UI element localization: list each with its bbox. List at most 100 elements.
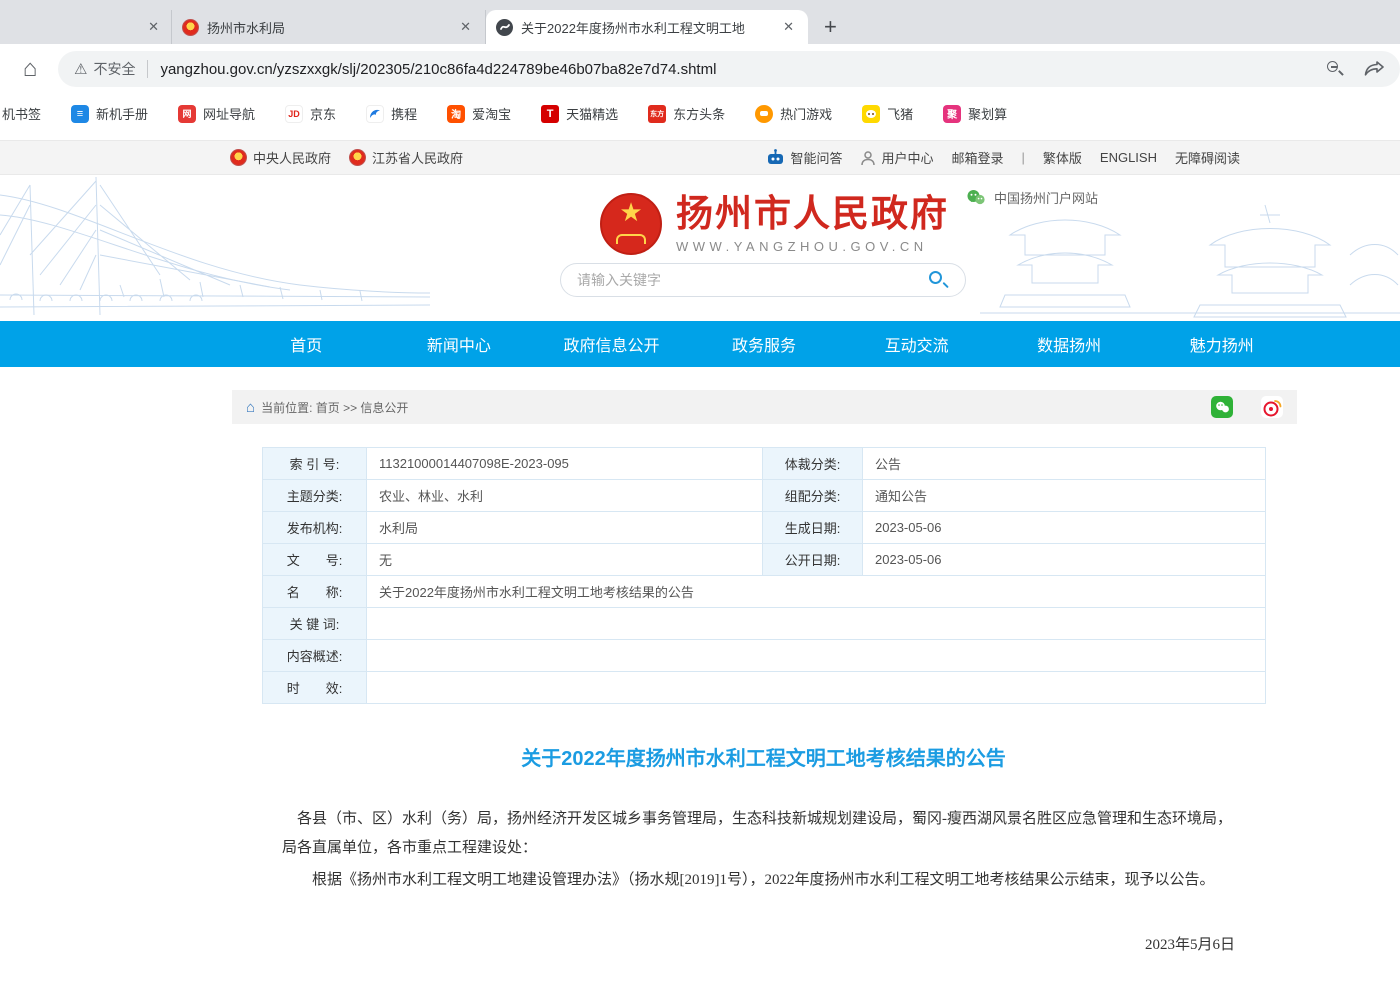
bookmark-item[interactable]: 机书签 <box>2 104 41 123</box>
site-header: ★ 扬州市人民政府 WWW.YANGZHOU.GOV.CN 中国扬州门户网站 <box>0 175 1400 321</box>
bookmark-label: 新机手册 <box>96 104 148 123</box>
divider: | <box>1022 150 1025 165</box>
bookmark-item[interactable]: 携程 <box>366 104 417 123</box>
search-input[interactable] <box>577 272 927 288</box>
link-jiangsu-gov[interactable]: 江苏省人民政府 <box>349 148 463 167</box>
close-icon[interactable]: ✕ <box>779 17 798 37</box>
link-central-gov[interactable]: 中央人民政府 <box>230 148 331 167</box>
share-weibo-icon[interactable] <box>1261 396 1283 418</box>
meta-value <box>367 608 1266 640</box>
meta-label: 名 称: <box>263 576 367 608</box>
user-icon <box>860 150 876 166</box>
link-accessibility[interactable]: 无障碍阅读 <box>1175 148 1240 167</box>
breadcrumb-home-icon[interactable]: ⌂ <box>246 399 255 416</box>
link-user-center[interactable]: 用户中心 <box>860 148 933 167</box>
bookmark-label: 网址导航 <box>203 104 255 123</box>
taobao-icon: 淘 <box>447 105 465 123</box>
link-english[interactable]: ENGLISH <box>1100 150 1157 165</box>
omnibox-divider <box>147 60 148 78</box>
nav-site-icon: 网 <box>178 105 196 123</box>
bookmark-item[interactable]: 网 网址导航 <box>178 104 255 123</box>
game-icon <box>755 105 773 123</box>
site-url: WWW.YANGZHOU.GOV.CN <box>676 239 949 254</box>
link-smart-qa[interactable]: 智能问答 <box>766 148 842 167</box>
bookmark-item[interactable]: JD 京东 <box>285 104 336 123</box>
table-row: 发布机构: 水利局 生成日期: 2023-05-06 <box>263 512 1266 544</box>
gov-emblem-icon <box>230 149 247 166</box>
tab-active-announcement[interactable]: 关于2022年度扬州市水利工程文明工地 ✕ <box>486 10 808 44</box>
site-name: 扬州市人民政府 <box>676 194 949 235</box>
wechat-icon <box>966 189 986 206</box>
bookmark-item[interactable]: ≡ 新机手册 <box>71 104 148 123</box>
gov-link-label: 中央人民政府 <box>253 148 331 167</box>
meta-value: 农业、林业、水利 <box>367 480 763 512</box>
meta-value: 公告 <box>863 448 1266 480</box>
link-mail-login[interactable]: 邮箱登录 <box>951 148 1003 167</box>
bookmark-item[interactable]: 淘 爱淘宝 <box>447 104 511 123</box>
bookmark-label: 热门游戏 <box>780 104 832 123</box>
tab-title: 扬州市水利局 <box>207 18 448 37</box>
zoom-out-icon[interactable] <box>1326 60 1344 78</box>
table-row: 索 引 号: 11321000014407098E-2023-095 体裁分类:… <box>263 448 1266 480</box>
article-title: 关于2022年度扬州市水利工程文明工地考核结果的公告 <box>262 742 1265 771</box>
bookmark-item[interactable]: 飞猪 <box>862 104 913 123</box>
url-text[interactable]: yangzhou.gov.cn/yzszxxgk/slj/202305/210c… <box>160 61 1326 78</box>
nav-item-interaction[interactable]: 互动交流 <box>840 321 993 367</box>
toutiao-icon: 东方 <box>648 105 666 123</box>
home-icon[interactable]: ⌂ <box>10 55 50 83</box>
breadcrumb-label: 当前位置: 首页 >> 信息公开 <box>261 399 408 416</box>
bookmark-item[interactable]: 东方 东方头条 <box>648 104 725 123</box>
warning-icon: ⚠ <box>74 60 87 78</box>
nav-item-news[interactable]: 新闻中心 <box>383 321 536 367</box>
search-icon[interactable] <box>927 269 949 291</box>
meta-value: 水利局 <box>367 512 763 544</box>
link-traditional[interactable]: 繁体版 <box>1043 148 1082 167</box>
portal-link[interactable]: 中国扬州门户网站 <box>966 188 1098 207</box>
bookmark-label: 聚划算 <box>968 104 1007 123</box>
tab-truncated[interactable]: ✕ <box>0 10 172 44</box>
juhuasuan-icon: 聚 <box>943 105 961 123</box>
bookmark-item[interactable]: 热门游戏 <box>755 104 832 123</box>
meta-label: 内容概述: <box>263 640 367 672</box>
breadcrumb: ⌂ 当前位置: 首页 >> 信息公开 <box>232 390 1297 424</box>
manual-icon: ≡ <box>71 105 89 123</box>
bookmark-item[interactable]: T 天猫精选 <box>541 104 618 123</box>
address-bar-row: ⌂ ⚠ 不安全 yangzhou.gov.cn/yzszxxgk/slj/202… <box>0 44 1400 94</box>
site-logo[interactable]: ★ 扬州市人民政府 WWW.YANGZHOU.GOV.CN <box>600 193 949 255</box>
bookmark-label: 东方头条 <box>673 104 725 123</box>
share-wechat-icon[interactable] <box>1211 396 1233 418</box>
nav-item-charm[interactable]: 魅力扬州 <box>1145 321 1298 367</box>
security-label[interactable]: 不安全 <box>93 59 135 79</box>
meta-label: 体裁分类: <box>763 448 863 480</box>
tmall-icon: T <box>541 105 559 123</box>
bookmark-label: 爱淘宝 <box>472 104 511 123</box>
table-row: 文 号: 无 公开日期: 2023-05-06 <box>263 544 1266 576</box>
meta-label: 公开日期: <box>763 544 863 576</box>
nav-item-info-disclosure[interactable]: 政府信息公开 <box>535 321 688 367</box>
article-date: 2023年5月6日 <box>262 933 1265 954</box>
tab-water-bureau[interactable]: 扬州市水利局 ✕ <box>172 10 486 44</box>
new-tab-button[interactable]: + <box>824 14 837 40</box>
meta-label: 组配分类: <box>763 480 863 512</box>
gov-emblem-favicon <box>182 19 199 36</box>
nav-item-home[interactable]: 首页 <box>230 321 383 367</box>
nav-item-data[interactable]: 数据扬州 <box>993 321 1146 367</box>
meta-value: 2023-05-06 <box>863 544 1266 576</box>
bookmark-item[interactable]: 聚 聚划算 <box>943 104 1007 123</box>
meta-label: 发布机构: <box>263 512 367 544</box>
meta-value <box>367 672 1266 704</box>
browser-tab-strip: ✕ 扬州市水利局 ✕ 关于2022年度扬州市水利工程文明工地 ✕ + <box>0 0 1400 44</box>
omnibox[interactable]: ⚠ 不安全 yangzhou.gov.cn/yzszxxgk/slj/20230… <box>58 51 1400 87</box>
nav-item-services[interactable]: 政务服务 <box>688 321 841 367</box>
close-icon[interactable]: ✕ <box>456 17 475 37</box>
meta-label: 时 效: <box>263 672 367 704</box>
close-icon[interactable]: ✕ <box>144 17 163 37</box>
article-body: 关于2022年度扬州市水利工程文明工地考核结果的公告 各县（市、区）水利（务）局… <box>262 742 1265 997</box>
portal-label: 中国扬州门户网站 <box>994 188 1098 207</box>
article-paragraph: 根据《扬州市水利工程文明工地建设管理办法》（扬水规[2019]1号），2022年… <box>262 866 1265 895</box>
tab-title: 关于2022年度扬州市水利工程文明工地 <box>521 18 771 37</box>
meta-label: 索 引 号: <box>263 448 367 480</box>
bookmark-label: 天猫精选 <box>566 104 618 123</box>
bookmark-label: 机书签 <box>2 104 41 123</box>
share-icon[interactable] <box>1364 60 1384 78</box>
